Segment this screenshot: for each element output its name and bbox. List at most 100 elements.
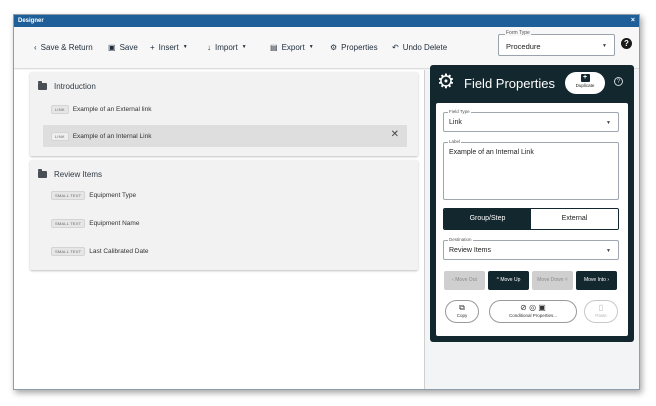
- group-header: Introduction: [38, 81, 96, 91]
- window-close-icon[interactable]: ×: [631, 15, 635, 27]
- move-down-button[interactable]: Move Down ˅: [532, 271, 573, 290]
- move-up-label: Move Up: [500, 277, 521, 283]
- undo-delete-button[interactable]: ↶ Undo Delete: [392, 40, 447, 54]
- gear-icon: ⚙: [437, 71, 455, 93]
- group-title: Introduction: [54, 82, 96, 91]
- label-field-label: Label: [448, 139, 462, 144]
- form-type-value: Procedure: [506, 42, 541, 51]
- close-icon[interactable]: ✕: [391, 129, 399, 140]
- chevron-right-icon: ›: [605, 277, 610, 283]
- gear-icon: ⚙: [330, 42, 338, 52]
- destination-value: Review Items: [449, 247, 492, 254]
- item-label: Equipment Name: [89, 219, 140, 227]
- folder-icon: [38, 81, 47, 90]
- duplicate-label: Duplicate: [575, 83, 595, 88]
- field-type-tag: LINK: [51, 104, 69, 114]
- list-item[interactable]: LINK Example of an Internal Link ✕: [43, 125, 407, 147]
- caret-down-icon: ▼: [606, 120, 611, 126]
- panel-header: ⚙ Field Properties + Duplicate ?: [430, 65, 634, 101]
- group-review-items[interactable]: Review Items SMALL TEXT Equipment Type S…: [30, 160, 418, 270]
- chevron-left-icon: ‹: [34, 42, 37, 52]
- designer-window: Designer × ‹ Save & Return ▣ Save + Inse…: [13, 14, 640, 390]
- copy-label: Copy: [456, 313, 468, 318]
- copy-icon: ⧉: [459, 303, 465, 312]
- panel-title: Field Properties: [464, 76, 556, 91]
- field-type-value: Link: [449, 119, 462, 126]
- toolbar: ‹ Save & Return ▣ Save + Insert ▼ ↓ Impo…: [14, 27, 639, 69]
- group-introduction[interactable]: Introduction LINK Example of an External…: [30, 72, 418, 156]
- properties-button[interactable]: ⚙ Properties: [330, 40, 378, 54]
- field-type-label: Field Type: [448, 109, 471, 114]
- group-title: Review Items: [54, 170, 103, 179]
- save-return-button[interactable]: ‹ Save & Return: [34, 40, 93, 54]
- tab-external[interactable]: External: [531, 209, 618, 229]
- label-textarea[interactable]: Label Example of an Internal Link: [443, 139, 619, 200]
- conditional-properties-label: Conditional Properties...: [508, 313, 558, 318]
- paste-icon: ▯: [598, 303, 604, 312]
- paste-label: Paste: [595, 313, 607, 318]
- destination-select[interactable]: Destination Review Items ▼: [443, 237, 619, 260]
- plus-icon: +: [150, 42, 155, 52]
- list-item[interactable]: LINK Example of an External link: [43, 98, 407, 120]
- condition-icon: ⊘ ◎ ▣: [520, 303, 546, 312]
- destination-label: Destination: [448, 237, 473, 242]
- list-item[interactable]: SMALL TEXT Equipment Name: [43, 212, 407, 234]
- field-type-select[interactable]: Field Type Link ▼: [443, 109, 619, 132]
- title-bar: Designer ×: [14, 15, 639, 27]
- insert-menu-button[interactable]: + Insert ▼: [150, 40, 188, 54]
- conditional-properties-button[interactable]: ⊘ ◎ ▣ Conditional Properties...: [489, 300, 577, 323]
- save-label: Save: [119, 42, 138, 52]
- help-icon[interactable]: ?: [614, 77, 623, 86]
- move-out-button[interactable]: ‹ Move Out: [444, 271, 485, 290]
- field-type-tag: SMALL TEXT: [51, 190, 86, 200]
- form-canvas: Introduction LINK Example of an External…: [14, 70, 425, 389]
- folder-icon: [38, 169, 47, 178]
- form-type-select[interactable]: Form Type Procedure ▼: [498, 30, 615, 56]
- item-label: Example of an Internal Link: [72, 132, 152, 140]
- caret-down-icon: ▼: [241, 44, 247, 50]
- caret-down-icon: ▼: [308, 44, 314, 50]
- duplicate-button[interactable]: + Duplicate: [565, 72, 605, 94]
- copy-button[interactable]: ⧉ Copy: [445, 300, 479, 323]
- save-icon: ▣: [108, 42, 116, 52]
- item-label: Example of an External link: [72, 105, 152, 113]
- file-icon: ▤: [270, 42, 278, 52]
- undo-icon: ↶: [392, 42, 399, 52]
- save-return-label: Save & Return: [40, 42, 93, 52]
- form-type-label: Form Type: [505, 30, 531, 36]
- move-down-label: Move Down: [537, 277, 564, 283]
- group-header: Review Items: [38, 169, 103, 179]
- help-icon[interactable]: ?: [621, 38, 632, 49]
- move-out-label: Move Out: [455, 277, 477, 283]
- caret-down-icon: ▼: [182, 44, 188, 50]
- paste-button[interactable]: ▯ Paste: [584, 300, 618, 323]
- caret-down-icon: ▼: [602, 43, 607, 49]
- undo-delete-label: Undo Delete: [402, 42, 448, 52]
- link-target-toggle: Group/Step External: [443, 208, 619, 230]
- properties-label: Properties: [341, 42, 378, 52]
- import-label: Import: [215, 42, 238, 52]
- insert-label: Insert: [158, 42, 179, 52]
- item-label: Equipment Type: [89, 191, 137, 199]
- chevron-down-icon: ˅: [563, 277, 568, 283]
- label-field-value: Example of an Internal Link: [449, 149, 534, 156]
- move-up-button[interactable]: ^ Move Up: [488, 271, 529, 290]
- list-item[interactable]: SMALL TEXT Last Calibrated Date: [43, 240, 407, 262]
- item-label: Last Calibrated Date: [89, 247, 149, 255]
- duplicate-icon: +: [580, 74, 590, 82]
- export-label: Export: [281, 42, 305, 52]
- save-button[interactable]: ▣ Save: [108, 40, 138, 54]
- panel-body: Field Type Link ▼ Label Example of an In…: [436, 103, 628, 336]
- list-item[interactable]: SMALL TEXT Equipment Type: [43, 184, 407, 206]
- arrow-down-icon: ↓: [207, 42, 211, 52]
- move-into-label: Move Into: [583, 277, 606, 283]
- window-title: Designer: [18, 18, 44, 24]
- move-into-button[interactable]: Move Into ›: [576, 271, 617, 290]
- import-menu-button[interactable]: ↓ Import ▼: [207, 40, 247, 54]
- caret-down-icon: ▼: [606, 248, 611, 254]
- export-menu-button[interactable]: ▤ Export ▼: [270, 40, 314, 54]
- tab-group-step[interactable]: Group/Step: [444, 209, 531, 229]
- field-type-tag: SMALL TEXT: [51, 218, 86, 228]
- field-type-tag: LINK: [51, 131, 69, 141]
- field-type-tag: SMALL TEXT: [51, 246, 86, 256]
